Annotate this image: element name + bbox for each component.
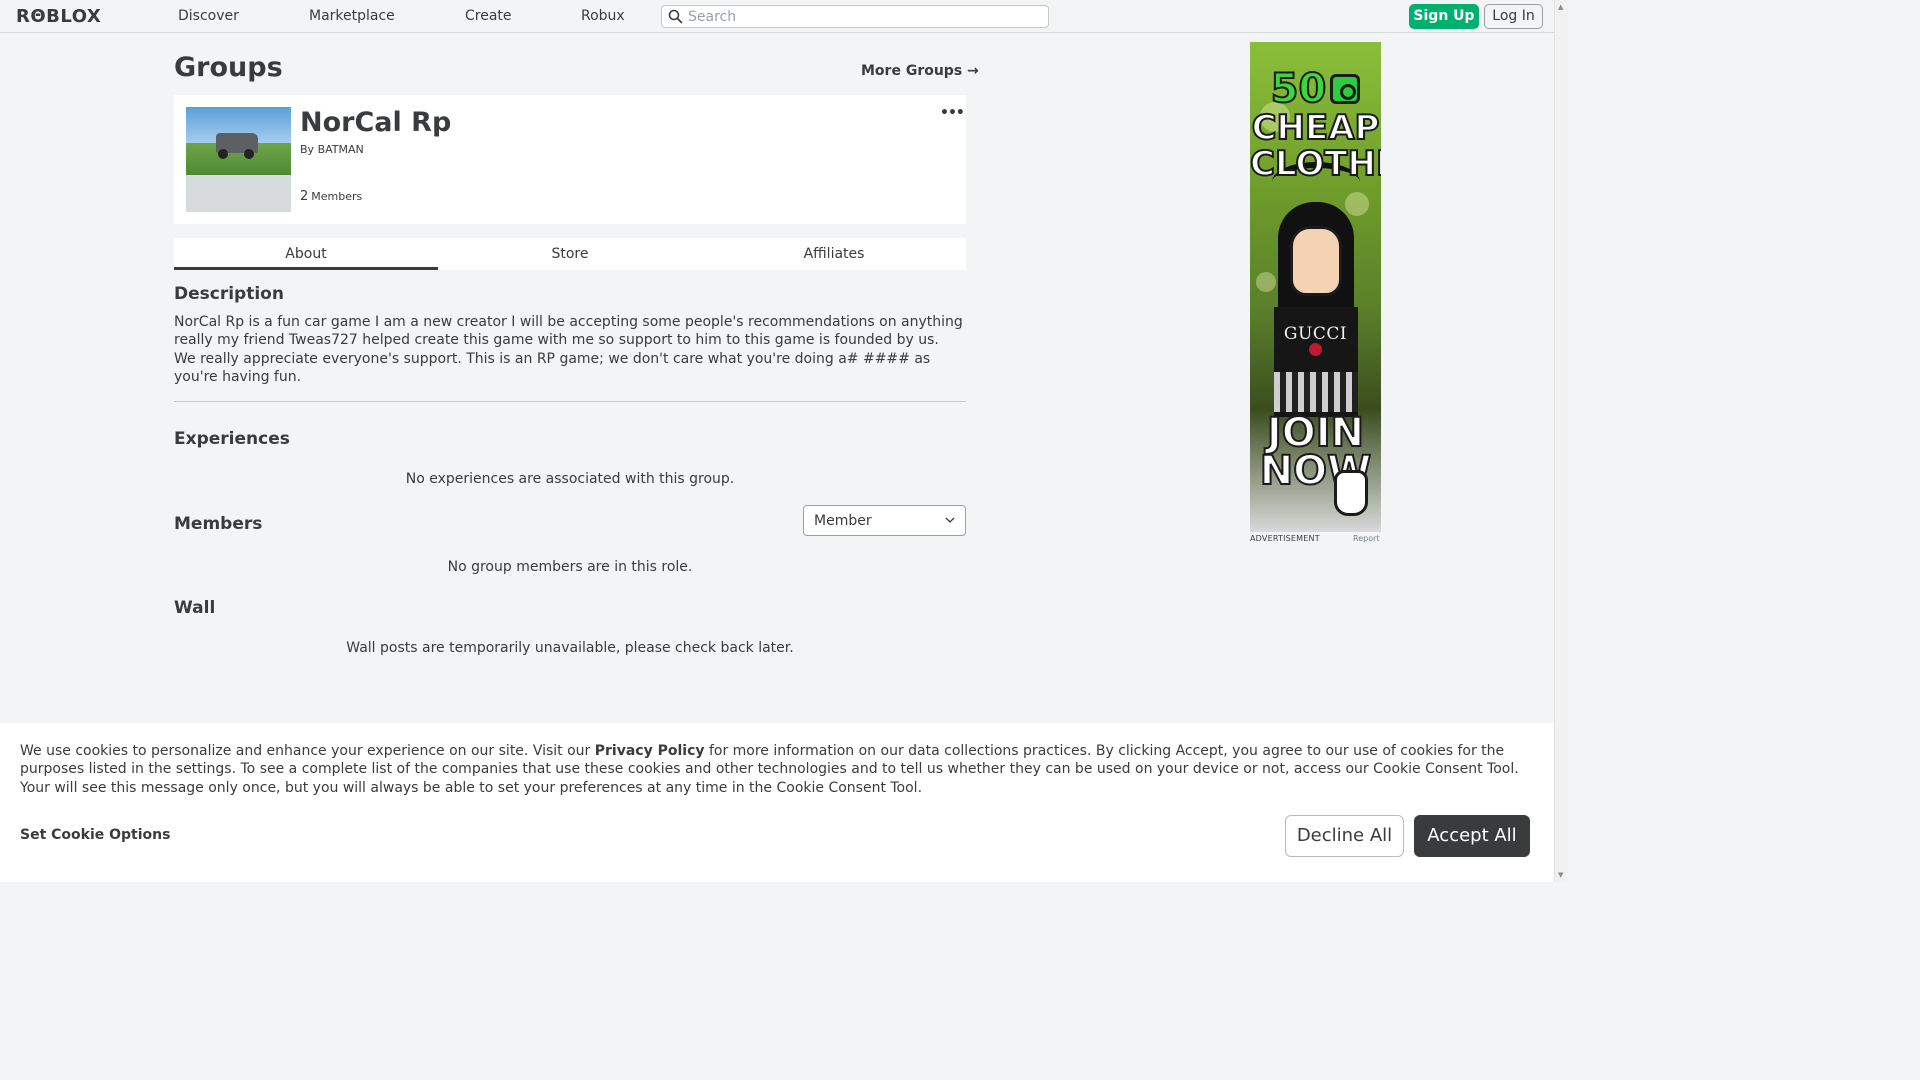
nav-discover[interactable]: Discover: [178, 8, 239, 24]
page-scrollbar[interactable]: ▲ ▼: [1554, 0, 1568, 882]
cookie-text-part-1: We use cookies to personalize and enhanc…: [20, 743, 595, 759]
cookie-banner: We use cookies to personalize and enhanc…: [0, 723, 1554, 882]
group-owner-line: By BATMAN: [300, 143, 364, 156]
search-box: [661, 5, 1049, 28]
nav-create[interactable]: Create: [465, 8, 512, 24]
tab-store[interactable]: Store: [438, 238, 702, 270]
top-nav: RΘBLOX Discover Marketplace Create Robux…: [0, 0, 1568, 33]
member-count-label: Members: [311, 190, 363, 203]
group-emblem-image: [186, 107, 291, 212]
wall-unavailable-message: Wall posts are temporarily unavailable, …: [346, 640, 794, 656]
by-prefix: By: [300, 143, 315, 156]
log-in-button[interactable]: Log In: [1484, 4, 1543, 29]
report-ad-link[interactable]: Report: [1353, 534, 1380, 543]
more-options-icon[interactable]: •••: [940, 105, 965, 121]
avatar-head: [1290, 226, 1342, 296]
group-owner-link[interactable]: BATMAN: [318, 143, 364, 156]
tab-affiliates[interactable]: Affiliates: [702, 238, 966, 270]
ad-headline-number: 50: [1270, 65, 1328, 113]
privacy-policy-link[interactable]: Privacy Policy: [595, 743, 705, 759]
members-empty-message: No group members are in this role.: [447, 559, 693, 575]
search-input[interactable]: [688, 7, 1038, 26]
experiences-empty-message: No experiences are associated with this …: [405, 471, 735, 487]
scroll-up-arrow-icon[interactable]: ▲: [1558, 3, 1563, 11]
description-heading: Description: [174, 284, 284, 304]
more-groups-link[interactable]: More Groups →: [861, 63, 979, 79]
section-divider: [174, 401, 966, 402]
members-heading: Members: [174, 514, 263, 534]
pointer-hand-icon: [1334, 470, 1368, 516]
ad-headline-text: CHEAP CLOTHES: [1250, 108, 1381, 184]
wall-heading: Wall: [174, 598, 216, 618]
role-dropdown-value: Member: [814, 513, 872, 529]
roblox-logo[interactable]: RΘBLOX: [16, 6, 101, 27]
page-title: Groups: [174, 52, 283, 83]
ad-brand-text: GUCCI: [1283, 324, 1348, 344]
advertisement-label: ADVERTISEMENT: [1250, 534, 1320, 543]
search-icon: [668, 9, 683, 24]
group-name: NorCal Rp: [300, 107, 452, 138]
avatar-skirt: [1274, 372, 1358, 412]
chevron-down-icon: [945, 517, 955, 523]
rose-icon: [1309, 343, 1322, 356]
group-member-count: 2 Members: [300, 189, 362, 204]
advertisement-banner[interactable]: 50 GUCCI CHEAP CLOTHES JOIN NOW: [1250, 42, 1381, 532]
role-dropdown[interactable]: Member: [803, 505, 966, 536]
accept-all-button[interactable]: Accept All: [1414, 815, 1530, 857]
tab-about[interactable]: About: [174, 238, 438, 270]
decline-all-button[interactable]: Decline All: [1285, 815, 1404, 857]
nav-robux[interactable]: Robux: [581, 8, 625, 24]
sign-up-button[interactable]: Sign Up: [1409, 4, 1479, 29]
group-tabs: About Store Affiliates: [174, 238, 966, 270]
member-count-value: 2: [300, 189, 309, 204]
nav-marketplace[interactable]: Marketplace: [309, 8, 395, 24]
group-description: NorCal Rp is a fun car game I am a new c…: [174, 314, 963, 386]
scroll-down-arrow-icon[interactable]: ▼: [1558, 871, 1563, 879]
cookie-message: We use cookies to personalize and enhanc…: [20, 742, 1540, 797]
set-cookie-options-link[interactable]: Set Cookie Options: [20, 827, 170, 843]
experiences-heading: Experiences: [174, 429, 290, 449]
robux-coin-icon: [1330, 74, 1360, 104]
group-header-card: NorCal Rp By BATMAN 2 Members •••: [174, 95, 966, 224]
